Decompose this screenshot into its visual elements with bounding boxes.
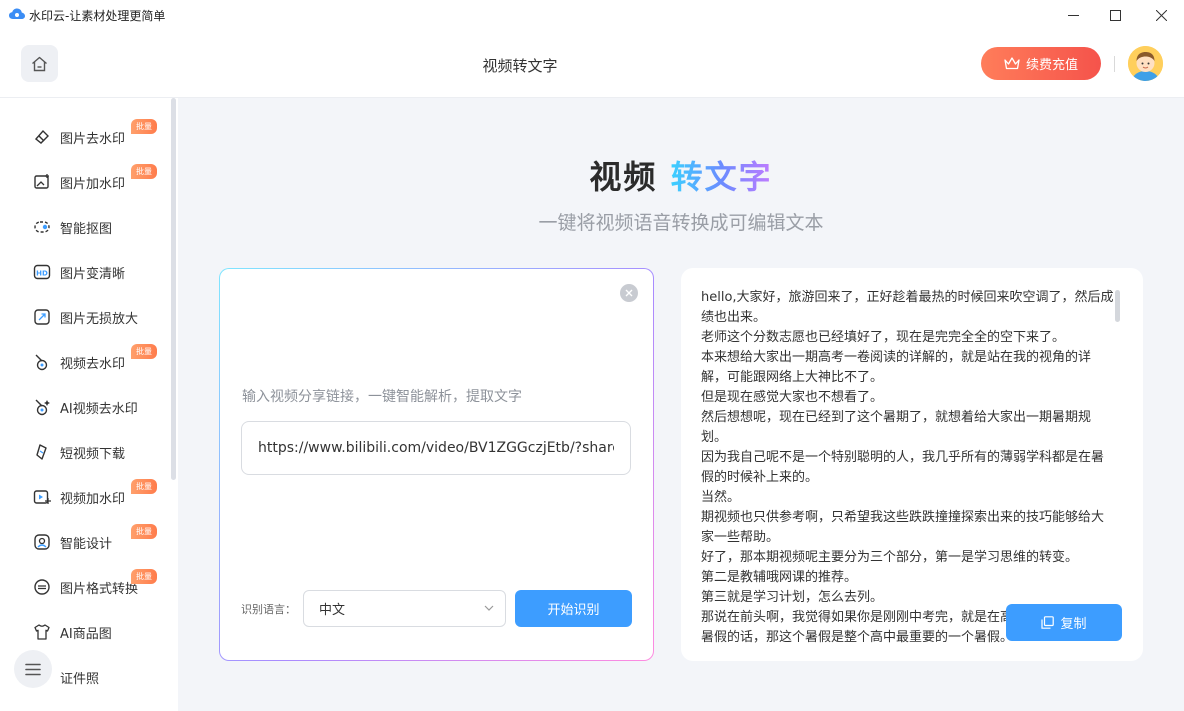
batch-badge: 批量 [131, 524, 157, 539]
hero-title-part1: 视频 [589, 158, 658, 196]
recharge-button[interactable]: 续费充值 [981, 47, 1101, 80]
sidebar-item-label: 智能设计 [60, 537, 113, 552]
language-select[interactable]: 中文 [303, 590, 506, 627]
sidebar-item-short-video-download[interactable]: 短视频下载 [0, 432, 170, 472]
input-prompt: 输入视频分享链接，一键智能解析，提取文字 [242, 389, 522, 405]
sidebar: 图片去水印 批量 图片加水印 批量 智能抠图 HD 图片变清晰 图片无损放大 视… [0, 98, 178, 711]
design-icon [34, 534, 50, 550]
sidebar-item-label: 智能抠图 [60, 222, 113, 237]
sidebar-item-label: 短视频下载 [60, 447, 126, 462]
output-panel: hello,大家好，旅游回来了，正好趁着最热的时候回来吹空调了，然后成绩也出来。… [681, 268, 1143, 661]
transcript-line: 因为我自己呢不是一个特别聪明的人，我几乎所有的薄弱学科都是在暑假的时候补上来的。 [701, 450, 1105, 485]
sidebar-item-label: 证件照 [60, 672, 100, 687]
input-panel-body: 输入视频分享链接，一键智能解析，提取文字 识别语言： 中文 开始识别 [220, 269, 653, 660]
batch-badge: 批量 [131, 479, 157, 494]
eraser-icon [34, 129, 49, 144]
zoom-icon [34, 309, 50, 325]
url-input[interactable] [241, 421, 631, 475]
app-header: 视频转文字 续费充值 [0, 30, 1184, 98]
batch-badge: 批量 [131, 569, 157, 584]
sidebar-item-label: 图片格式转换 [60, 582, 139, 597]
copy-button[interactable]: 复制 [1006, 604, 1122, 641]
svg-text:HD: HD [36, 269, 48, 277]
sidebar-item-video-watermark-remove[interactable]: 视频去水印 批量 [0, 342, 170, 382]
clear-icon[interactable] [620, 284, 638, 302]
minimize-button[interactable] [1050, 0, 1096, 30]
sidebar-item-image-sharpen[interactable]: HD 图片变清晰 [0, 252, 170, 292]
page-title: 视频转文字 [482, 57, 558, 75]
hero-title-part2: 转文字 [670, 158, 773, 196]
header-divider [1114, 56, 1115, 72]
language-value: 中文 [319, 603, 346, 618]
minimize-icon [1067, 14, 1079, 16]
sidebar-item-ai-video-watermark-remove[interactable]: AI视频去水印 [0, 387, 170, 427]
recharge-label: 续费充值 [1025, 58, 1078, 73]
video-add-icon [33, 490, 51, 504]
sidebar-item-label: 图片去水印 [60, 132, 126, 147]
sidebar-item-smart-cutout[interactable]: 智能抠图 [0, 207, 170, 247]
transcript-line: 第二是教辅哦网课的推荐。 [701, 570, 858, 585]
sidebar-item-label: 视频加水印 [60, 492, 126, 507]
batch-badge: 批量 [131, 164, 157, 179]
start-recognition-button[interactable]: 开始识别 [515, 590, 632, 627]
format-icon [34, 579, 50, 595]
transcript-line: 但是现在感觉大家也不想看了。 [701, 390, 884, 405]
close-icon [1155, 9, 1167, 21]
app-title: 水印云-让素材处理更简单 [29, 9, 166, 23]
transcript-line: 老师这个分数志愿也已经填好了，现在是完完全全的空下来了。 [701, 330, 1066, 345]
app-logo-icon [9, 8, 25, 19]
title-bar: 水印云-让素材处理更简单 [0, 0, 1184, 30]
batch-badge: 批量 [131, 344, 157, 359]
input-panel: 输入视频分享链接，一键智能解析，提取文字 识别语言： 中文 开始识别 [219, 268, 654, 661]
image-add-icon [34, 174, 49, 189]
transcript-line: 好了，那本期视频呢主要分为三个部分，第一是学习思维的转变。 [701, 550, 1079, 565]
sidebar-item-label: 视频去水印 [60, 357, 126, 372]
menu-button[interactable] [14, 650, 52, 688]
sidebar-item-label: AI视频去水印 [60, 402, 138, 417]
hero-title: 视频 转文字 [178, 152, 1184, 198]
close-small-icon [625, 289, 633, 297]
video-eraser-icon [35, 354, 48, 371]
sidebar-item-image-upscale[interactable]: 图片无损放大 [0, 297, 170, 337]
menu-icon [25, 663, 41, 675]
sidebar-item-ai-product-image[interactable]: AI商品图 [0, 612, 170, 652]
sidebar-item-video-watermark-add[interactable]: 视频加水印 批量 [0, 477, 170, 517]
transcript-line: 期视频也只供参考啊，只希望我这些跌跌撞撞探索出来的技巧能够给大家一些帮助。 [701, 510, 1105, 545]
sidebar-item-smart-design[interactable]: 智能设计 批量 [0, 522, 170, 562]
sidebar-item-label: 图片加水印 [60, 177, 126, 192]
language-label: 识别语言： [241, 603, 296, 616]
hd-icon: HD [33, 264, 51, 280]
output-scrollbar[interactable] [1115, 290, 1120, 322]
avatar-icon [1128, 46, 1163, 81]
sidebar-item-label: 图片变清晰 [60, 267, 126, 282]
chevron-down-icon [484, 605, 494, 611]
batch-badge: 批量 [131, 119, 157, 134]
download-icon [36, 444, 47, 460]
sidebar-item-label: AI商品图 [60, 627, 112, 642]
transcript-line: 然后想想呢，现在已经到了这个暑期了，就想着给大家出一期暑期规划。 [701, 410, 1092, 445]
sidebar-item-image-watermark-remove[interactable]: 图片去水印 批量 [0, 117, 170, 157]
sidebar-scrollbar[interactable] [171, 98, 176, 480]
crown-icon [1004, 57, 1020, 70]
transcript-line: hello,大家好，旅游回来了，正好趁着最热的时候回来吹空调了，然后成绩也出来。 [701, 290, 1114, 325]
transcript-line: 当然。 [701, 490, 741, 505]
close-button[interactable] [1138, 0, 1184, 30]
copy-label: 复制 [1060, 617, 1087, 632]
cutout-icon [34, 221, 50, 233]
sidebar-item-label: 图片无损放大 [60, 312, 139, 327]
shirt-icon [34, 624, 50, 640]
hero-subtitle: 一键将视频语音转换成可编辑文本 [538, 212, 824, 234]
ai-video-icon [35, 399, 50, 416]
transcript-line: 本来想给大家出一期高考一卷阅读的详解的，就是站在我的视角的详解，可能跟网络上大神… [701, 350, 1092, 385]
sidebar-item-image-watermark-add[interactable]: 图片加水印 批量 [0, 162, 170, 202]
maximize-icon [1109, 9, 1121, 21]
avatar[interactable] [1128, 46, 1163, 81]
maximize-button[interactable] [1092, 0, 1138, 30]
sidebar-item-image-format-convert[interactable]: 图片格式转换 批量 [0, 567, 170, 607]
copy-icon [1041, 616, 1055, 629]
